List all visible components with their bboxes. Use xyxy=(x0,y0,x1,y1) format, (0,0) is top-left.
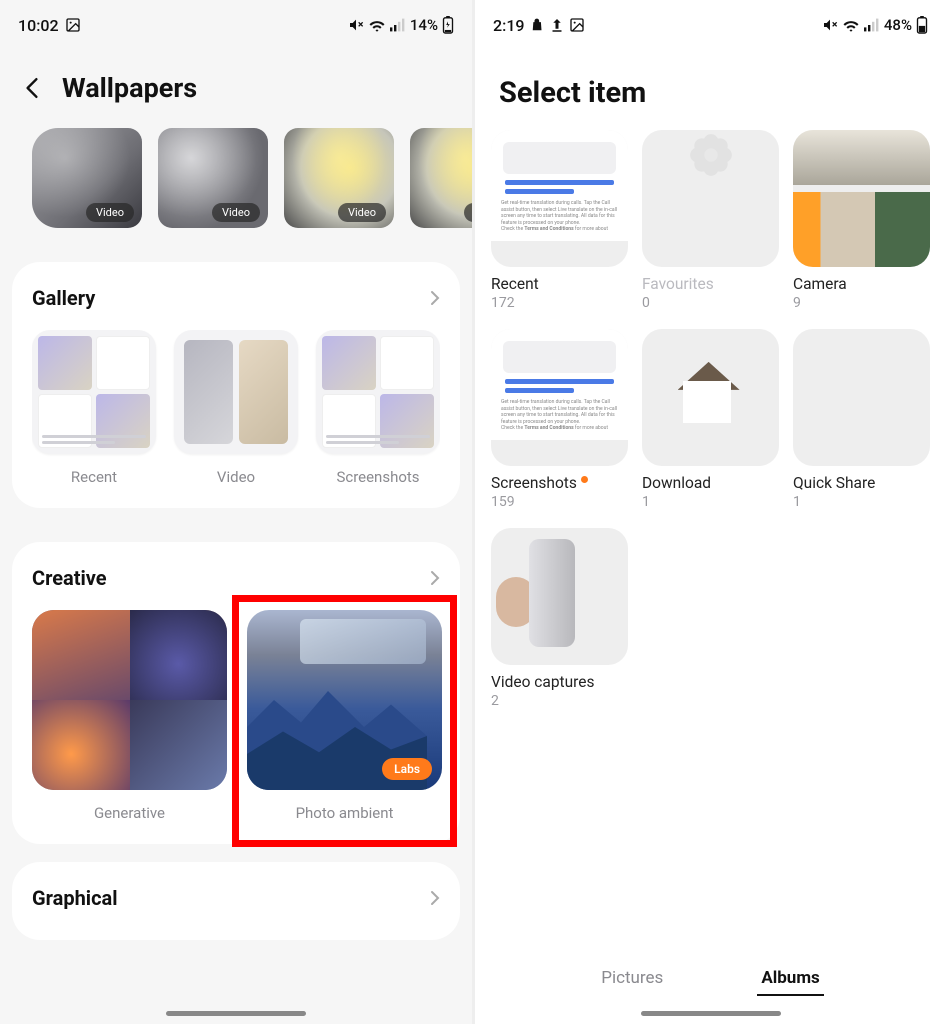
page-title: Select item xyxy=(499,76,922,110)
battery-text: 14% xyxy=(410,16,438,34)
screen-header: Select item xyxy=(475,44,946,130)
album-item[interactable]: Camera 9 xyxy=(793,130,930,311)
album-item[interactable]: Favourites 0 xyxy=(642,130,779,311)
new-dot-icon xyxy=(581,476,588,483)
image-icon xyxy=(569,17,585,33)
status-bar-right: 2:19 48% xyxy=(475,0,946,44)
graphical-section: Graphical xyxy=(12,862,460,940)
creative-label: Photo ambient xyxy=(296,804,394,822)
chevron-right-icon xyxy=(430,290,440,306)
gallery-item-video[interactable]: Video xyxy=(174,330,298,486)
battery-icon xyxy=(442,16,454,34)
album-item[interactable]: Download 1 xyxy=(642,329,779,510)
album-thumb[interactable] xyxy=(642,130,779,267)
album-thumb[interactable] xyxy=(491,528,628,665)
album-label: Camera xyxy=(793,275,930,293)
album-count: 2 xyxy=(491,693,628,709)
upload-icon xyxy=(551,17,563,33)
status-time: 2:19 xyxy=(493,16,525,35)
graphical-header[interactable]: Graphical xyxy=(32,886,440,910)
chevron-left-icon xyxy=(25,77,39,99)
mute-icon xyxy=(348,17,364,33)
chevron-right-icon xyxy=(430,570,440,586)
gallery-label: Video xyxy=(217,468,255,486)
status-time: 10:02 xyxy=(18,16,59,35)
wifi-icon xyxy=(368,18,386,32)
battery-text: 48% xyxy=(884,16,912,34)
album-label: Quick Share xyxy=(793,474,930,492)
video-wallpaper-thumb[interactable]: Video xyxy=(410,128,472,228)
bottom-tabs: Pictures Albums xyxy=(475,962,946,996)
creative-section: Creative Generative Labs Photo ambie xyxy=(12,542,460,844)
section-title: Gallery xyxy=(32,286,95,310)
video-badge: Video xyxy=(86,203,134,222)
album-count: 1 xyxy=(642,494,779,510)
creative-label: Generative xyxy=(94,804,165,822)
gallery-item-screenshots[interactable]: Screenshots xyxy=(316,330,440,486)
tab-pictures[interactable]: Pictures xyxy=(597,962,667,996)
gallery-header[interactable]: Gallery xyxy=(32,286,440,310)
gallery-label: Recent xyxy=(71,468,117,486)
select-item-screen: 2:19 48% Select item Get real-time trans… xyxy=(472,0,946,1024)
album-thumb[interactable] xyxy=(793,329,930,466)
signal-icon xyxy=(390,18,406,32)
image-icon xyxy=(65,17,81,33)
gesture-bar[interactable] xyxy=(641,1011,781,1016)
creative-item-generative[interactable]: Generative xyxy=(32,610,227,822)
section-title: Graphical xyxy=(32,886,118,910)
album-thumb[interactable] xyxy=(793,130,930,267)
gesture-bar[interactable] xyxy=(166,1011,306,1016)
status-bar-left: 10:02 14% xyxy=(0,0,472,44)
signal-icon xyxy=(864,18,880,32)
gallery-label: Screenshots xyxy=(336,468,419,486)
album-item[interactable]: Quick Share 1 xyxy=(793,329,930,510)
battery-icon xyxy=(916,16,928,34)
album-count: 172 xyxy=(491,295,628,311)
album-item[interactable]: Video captures 2 xyxy=(491,528,628,709)
tab-albums[interactable]: Albums xyxy=(757,962,823,996)
video-wallpaper-thumb[interactable]: Video xyxy=(32,128,142,228)
album-label: Download xyxy=(642,474,779,492)
album-label: Recent xyxy=(491,275,628,293)
back-button[interactable] xyxy=(20,76,44,100)
gallery-section: Gallery Recent Video Screenshots xyxy=(12,262,460,508)
album-thumb[interactable]: Get real-time translation during calls. … xyxy=(491,130,628,267)
album-label: Favourites xyxy=(642,275,779,293)
labs-badge: Labs xyxy=(382,758,432,780)
section-title: Creative xyxy=(32,566,107,590)
bag-icon xyxy=(531,17,545,33)
album-count: 9 xyxy=(793,295,930,311)
album-thumb[interactable] xyxy=(642,329,779,466)
album-item[interactable]: Get real-time translation during calls. … xyxy=(491,130,628,311)
creative-item-photo-ambient[interactable]: Labs Photo ambient xyxy=(247,610,442,822)
wifi-icon xyxy=(842,18,860,32)
page-title: Wallpapers xyxy=(62,72,197,104)
video-badge: Video xyxy=(338,203,386,222)
video-wallpaper-row[interactable]: Video Video Video Video xyxy=(0,128,472,228)
video-badge: Video xyxy=(212,203,260,222)
album-item[interactable]: Get real-time translation during calls. … xyxy=(491,329,628,510)
album-count: 159 xyxy=(491,494,628,510)
video-wallpaper-thumb[interactable]: Video xyxy=(284,128,394,228)
gallery-item-recent[interactable]: Recent xyxy=(32,330,156,486)
album-label: Screenshots xyxy=(491,474,628,492)
album-count: 1 xyxy=(793,494,930,510)
mute-icon xyxy=(822,17,838,33)
screen-header: Wallpapers xyxy=(0,44,472,128)
album-count: 0 xyxy=(642,295,779,311)
video-wallpaper-thumb[interactable]: Video xyxy=(158,128,268,228)
wallpapers-screen: 10:02 14% Wallpapers Video Video Video V… xyxy=(0,0,472,1024)
highlight-annotation: Labs Photo ambient xyxy=(232,595,457,847)
album-label: Video captures xyxy=(491,673,628,691)
album-thumb[interactable]: Get real-time translation during calls. … xyxy=(491,329,628,466)
chevron-right-icon xyxy=(430,890,440,906)
creative-header[interactable]: Creative xyxy=(32,566,440,590)
album-grid: Get real-time translation during calls. … xyxy=(475,130,946,709)
